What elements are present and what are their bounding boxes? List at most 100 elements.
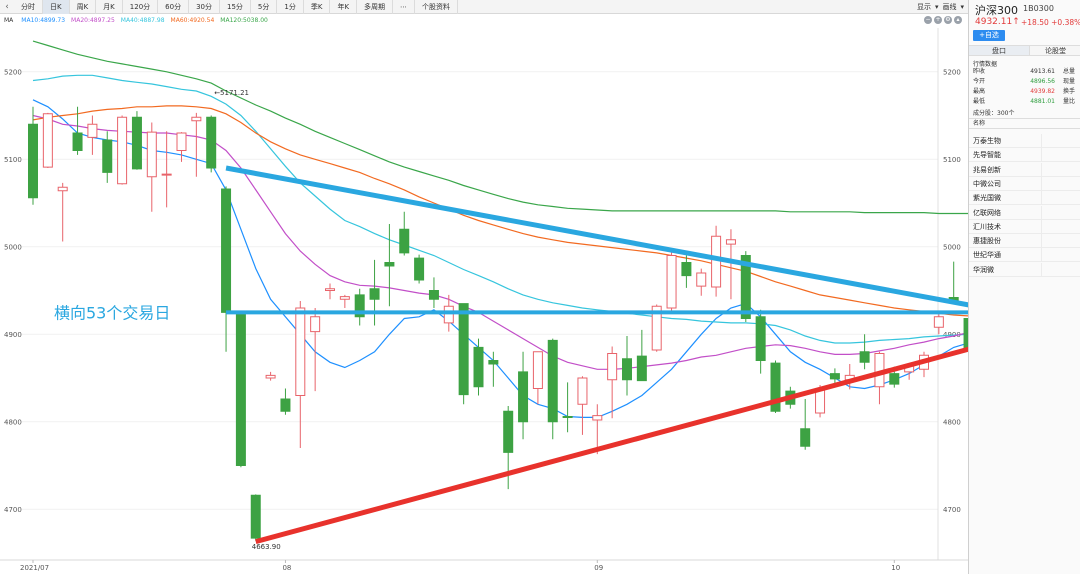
period-tab[interactable]: ⋯ — [393, 0, 416, 14]
y-tick-label-right: 4800 — [943, 418, 961, 426]
collapse-icon[interactable]: ▴ — [954, 16, 962, 24]
y-tick-label-left: 4900 — [4, 331, 22, 339]
candle-down — [800, 428, 811, 447]
period-tab[interactable]: 日K — [43, 0, 70, 14]
period-tab[interactable]: 年K — [330, 0, 358, 14]
y-tick-label-right: 5200 — [943, 68, 961, 76]
period-tab[interactable]: 120分 — [123, 0, 159, 14]
period-tab[interactable]: 5分 — [251, 0, 278, 14]
stock-row[interactable]: 世纪华通 — [969, 248, 1080, 263]
x-tick-label: 2021/07 — [20, 564, 49, 572]
stock-row[interactable]: 惠捷股份 — [969, 234, 1080, 249]
stock-list-header: 名称 — [969, 118, 1080, 129]
tab-forum[interactable]: 论股堂 — [1029, 46, 1080, 55]
y-tick-label-right: 5000 — [943, 243, 961, 251]
candle-down — [458, 303, 469, 396]
candle-down — [102, 139, 113, 173]
quote-extra-label: 现量 — [1063, 78, 1076, 85]
stock-name: 世纪华通 — [973, 251, 1001, 260]
quote-value: 4939.82 — [1030, 88, 1055, 95]
quote-value: 4896.56 — [1030, 78, 1055, 85]
period-tab[interactable]: 30分 — [189, 0, 220, 14]
candle-up — [42, 113, 53, 168]
ma-line-ma10 — [32, 99, 968, 418]
draw-line-menu[interactable]: 画线 — [942, 0, 956, 14]
column-divider — [1041, 219, 1042, 234]
quote-value: 4881.01 — [1030, 98, 1055, 105]
back-icon[interactable]: ‹ — [0, 0, 14, 14]
quote-label: 最低 — [973, 98, 986, 105]
candle-down — [235, 311, 246, 466]
candle-up — [146, 131, 157, 178]
candle-up — [592, 415, 603, 421]
candle-down — [562, 416, 573, 418]
column-divider — [1041, 234, 1042, 249]
candle-down — [488, 360, 499, 365]
period-tab[interactable]: 60分 — [158, 0, 190, 14]
column-divider — [1041, 162, 1042, 177]
quote-label: 最高 — [973, 88, 986, 95]
kline-chart[interactable]: 5200 52005100 51005000 50004900 49004800 4800… — [0, 28, 968, 574]
ma-legend-item: MA10:4899.73 — [21, 17, 66, 24]
candle-down — [859, 351, 870, 363]
candle-down — [206, 116, 217, 169]
stock-row[interactable]: 万泰生物 — [969, 134, 1080, 148]
x-tick-label: 08 — [282, 564, 291, 572]
stock-row[interactable]: 亿联网络 — [969, 205, 1080, 220]
stock-row[interactable]: 兆易创新 — [969, 162, 1080, 177]
ma-legend-item: MA60:4920.54 — [170, 17, 215, 24]
stock-row[interactable]: 华润微 — [969, 262, 1080, 277]
period-tab[interactable]: 多周期 — [357, 0, 394, 14]
stock-name: 惠捷股份 — [973, 237, 1001, 246]
stock-row[interactable]: 紫光国微 — [969, 191, 1080, 206]
period-tab[interactable]: 1分 — [277, 0, 304, 14]
column-divider — [1041, 248, 1042, 263]
candle-down — [72, 132, 83, 151]
x-tick-label: 09 — [594, 564, 603, 572]
column-divider — [1041, 134, 1042, 148]
y-tick-label-left: 4700 — [4, 506, 22, 514]
period-tabs: 分时 日K 周K 月K 120分 60分 30分 15分 5分 1分 季K 年K 多周期 ⋯ 个股资料 — [14, 0, 459, 14]
index-code: 1B0300 — [1023, 4, 1054, 13]
period-tab[interactable]: 个股资料 — [415, 0, 459, 14]
period-tab[interactable]: 季K — [304, 0, 331, 14]
column-divider — [1041, 176, 1042, 191]
ma-legend-label: MA — [4, 17, 14, 24]
ma-legend-item: MA120:5038.00 — [220, 17, 268, 24]
quote-extra-label: 总量 — [1063, 68, 1076, 75]
candle-down — [414, 257, 425, 281]
quote-row: 最低 4881.01 量比 — [973, 97, 1080, 106]
candle-down — [547, 339, 558, 423]
period-tab[interactable]: 分时 — [14, 0, 43, 14]
stock-row[interactable]: 中微公司 — [969, 176, 1080, 191]
price-annotation: 4663.90 — [252, 543, 281, 551]
quote-extra-label: 换手 — [1063, 88, 1076, 95]
zoom-out-icon[interactable]: − — [924, 16, 932, 24]
candle-down — [221, 188, 232, 313]
zoom-in-icon[interactable]: + — [934, 16, 942, 24]
toolbar-right: 显示 ▾ 画线 ▾ — [913, 0, 964, 14]
candle-down — [428, 290, 439, 300]
display-dropdown-icon[interactable]: ▾ — [935, 0, 939, 14]
period-tab[interactable]: 15分 — [220, 0, 251, 14]
candle-down — [518, 371, 529, 423]
stock-row[interactable]: 汇川技术 — [969, 219, 1080, 234]
ma-line-ma120 — [32, 40, 968, 215]
add-watchlist-button[interactable]: +自选 — [973, 30, 1005, 41]
index-price: 4932.11↑ — [975, 17, 1020, 27]
candle-up — [577, 377, 588, 405]
period-tab[interactable]: 月K — [96, 0, 123, 14]
candle-down — [399, 228, 410, 254]
draw-line-dropdown-icon[interactable]: ▾ — [960, 0, 964, 14]
x-tick-label: 10 — [891, 564, 900, 572]
stock-row[interactable]: 先导智能 — [969, 148, 1080, 163]
stock-name: 华润微 — [973, 265, 994, 274]
period-tab[interactable]: 周K — [70, 0, 97, 14]
chart-settings-icon[interactable]: ⚙ — [944, 16, 952, 24]
display-menu[interactable]: 显示 — [917, 0, 931, 14]
candle-down — [681, 262, 692, 277]
quote-row: 最高 4939.82 换手 — [973, 87, 1080, 96]
candle-up — [666, 255, 677, 309]
candle-down — [131, 116, 142, 170]
tab-order-book[interactable]: 盘口 — [969, 46, 1029, 55]
